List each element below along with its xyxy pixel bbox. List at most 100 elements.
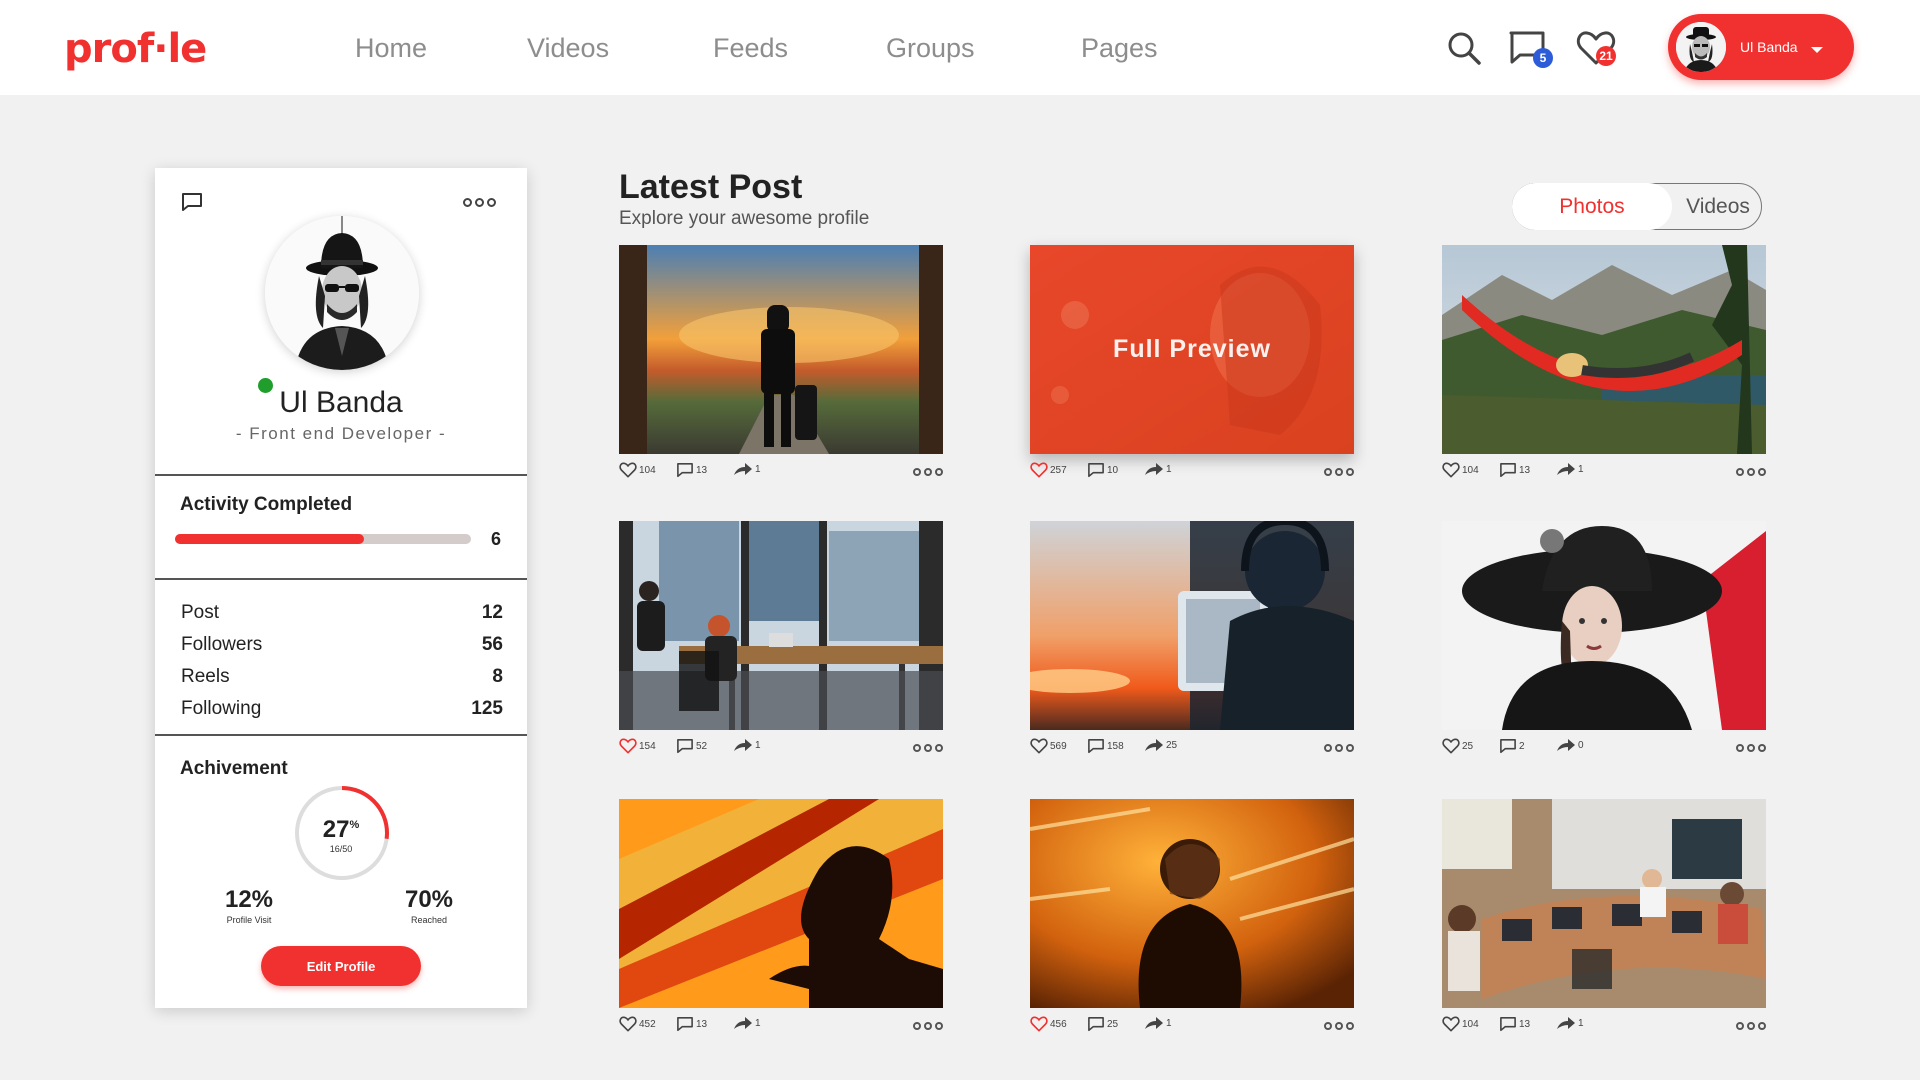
share-button[interactable]: 1 xyxy=(1144,462,1172,476)
post-actions: 25 2 0 xyxy=(1442,730,1766,760)
achievement-percent: 27% xyxy=(155,816,527,844)
post-more-icon[interactable] xyxy=(913,468,943,476)
comment-button[interactable]: 13 xyxy=(676,1016,707,1032)
edit-profile-button[interactable]: Edit Profile xyxy=(261,946,421,986)
messages-badge: 5 xyxy=(1533,48,1553,68)
heart-icon xyxy=(1442,738,1460,754)
post-card: 104 13 1 xyxy=(619,245,943,484)
share-button[interactable]: 0 xyxy=(1556,738,1584,752)
post-more-icon[interactable] xyxy=(1324,1022,1354,1030)
post-image[interactable] xyxy=(1442,799,1766,1008)
share-count: 1 xyxy=(1166,1017,1172,1029)
share-button[interactable]: 1 xyxy=(1556,462,1584,476)
profile-avatar xyxy=(265,216,419,370)
post-image[interactable]: Full Preview xyxy=(1030,245,1354,454)
nav-feeds[interactable]: Feeds xyxy=(713,33,788,64)
post-image[interactable] xyxy=(1442,245,1766,454)
post-more-icon[interactable] xyxy=(1736,1022,1766,1030)
heart-icon xyxy=(1442,462,1460,478)
reached-value: 70% xyxy=(404,886,454,913)
post-image[interactable] xyxy=(619,521,943,730)
share-button[interactable]: 25 xyxy=(1144,738,1177,752)
post-card: 104 13 1 xyxy=(1442,245,1766,484)
heart-button[interactable]: 154 xyxy=(619,738,656,754)
tab-photos[interactable]: Photos xyxy=(1512,183,1672,230)
share-icon xyxy=(1556,738,1576,752)
share-button[interactable]: 1 xyxy=(1556,1016,1584,1030)
share-count: 1 xyxy=(755,463,761,475)
like-count: 456 xyxy=(1050,1018,1067,1030)
heart-button[interactable]: 456 xyxy=(1030,1016,1067,1032)
post-actions: 456 25 1 xyxy=(1030,1008,1354,1038)
heart-button[interactable]: 104 xyxy=(1442,1016,1479,1032)
stat-label: Post xyxy=(181,602,220,623)
share-button[interactable]: 1 xyxy=(1144,1016,1172,1030)
app-logo[interactable]: prof·le xyxy=(64,26,207,72)
post-more-icon[interactable] xyxy=(913,1022,943,1030)
heart-icon xyxy=(1442,1016,1460,1032)
comment-button[interactable]: 25 xyxy=(1087,1016,1118,1032)
comment-button[interactable]: 13 xyxy=(676,462,707,478)
comment-button[interactable]: 13 xyxy=(1499,1016,1530,1032)
nav-groups[interactable]: Groups xyxy=(886,33,975,64)
full-preview-link[interactable]: Full Preview xyxy=(1030,335,1354,364)
share-button[interactable]: 1 xyxy=(733,1016,761,1030)
user-avatar xyxy=(1676,22,1726,72)
share-count: 1 xyxy=(755,1017,761,1029)
share-button[interactable]: 1 xyxy=(733,738,761,752)
share-icon xyxy=(1144,1016,1164,1030)
achievement-percent-value: 27 xyxy=(322,816,350,843)
tab-videos[interactable]: Videos xyxy=(1673,183,1763,230)
profile-role: - Front end Developer - xyxy=(235,424,447,443)
profile-name: Ul Banda xyxy=(279,386,403,419)
share-icon xyxy=(1556,1016,1576,1030)
comment-count: 10 xyxy=(1107,464,1119,476)
nav-home[interactable]: Home xyxy=(355,33,427,64)
comment-button[interactable]: 158 xyxy=(1087,738,1124,754)
post-more-icon[interactable] xyxy=(913,744,943,752)
post-more-icon[interactable] xyxy=(1736,468,1766,476)
user-menu-button[interactable]: Ul Banda xyxy=(1668,14,1854,80)
heart-button[interactable]: 452 xyxy=(619,1016,656,1032)
more-options-icon[interactable] xyxy=(463,198,496,207)
post-image[interactable] xyxy=(1030,799,1354,1008)
page-subtitle: Explore your awesome profile xyxy=(619,208,870,229)
message-icon[interactable] xyxy=(181,192,205,214)
stat-reels: Reels 8 xyxy=(181,666,503,688)
stat-label: Followers xyxy=(181,634,263,655)
reached-stat: 70% Reached xyxy=(369,886,489,925)
share-count: 1 xyxy=(1578,463,1584,475)
comment-button[interactable]: 13 xyxy=(1499,462,1530,478)
heart-button[interactable]: 25 xyxy=(1442,738,1473,754)
comment-count: 2 xyxy=(1519,740,1525,752)
profile-card: Ul Banda - Front end Developer - Activit… xyxy=(155,168,527,1008)
likes-icon[interactable]: 21 xyxy=(1576,30,1616,70)
share-button[interactable]: 1 xyxy=(733,462,761,476)
comment-button[interactable]: 52 xyxy=(676,738,707,754)
post-image[interactable] xyxy=(619,245,943,454)
like-count: 104 xyxy=(1462,1018,1479,1030)
post-image[interactable] xyxy=(1442,521,1766,730)
heart-button[interactable]: 104 xyxy=(1442,462,1479,478)
post-image[interactable] xyxy=(1030,521,1354,730)
post-more-icon[interactable] xyxy=(1736,744,1766,752)
post-card: 569 158 25 xyxy=(1030,521,1354,760)
search-icon[interactable] xyxy=(1446,30,1486,70)
post-actions: 257 10 1 xyxy=(1030,454,1354,484)
comment-icon xyxy=(676,462,694,478)
messages-icon[interactable]: 5 xyxy=(1508,30,1553,70)
comment-count: 13 xyxy=(696,464,708,476)
comment-button[interactable]: 2 xyxy=(1499,738,1525,754)
post-more-icon[interactable] xyxy=(1324,744,1354,752)
nav-pages[interactable]: Pages xyxy=(1081,33,1158,64)
heart-button[interactable]: 104 xyxy=(619,462,656,478)
nav-videos[interactable]: Videos xyxy=(527,33,609,64)
heart-button[interactable]: 257 xyxy=(1030,462,1067,478)
post-image[interactable] xyxy=(619,799,943,1008)
heart-icon xyxy=(1030,1016,1048,1032)
post-actions: 104 13 1 xyxy=(619,454,943,484)
comment-button[interactable]: 10 xyxy=(1087,462,1118,478)
post-more-icon[interactable] xyxy=(1324,468,1354,476)
comment-icon xyxy=(676,1016,694,1032)
heart-button[interactable]: 569 xyxy=(1030,738,1067,754)
